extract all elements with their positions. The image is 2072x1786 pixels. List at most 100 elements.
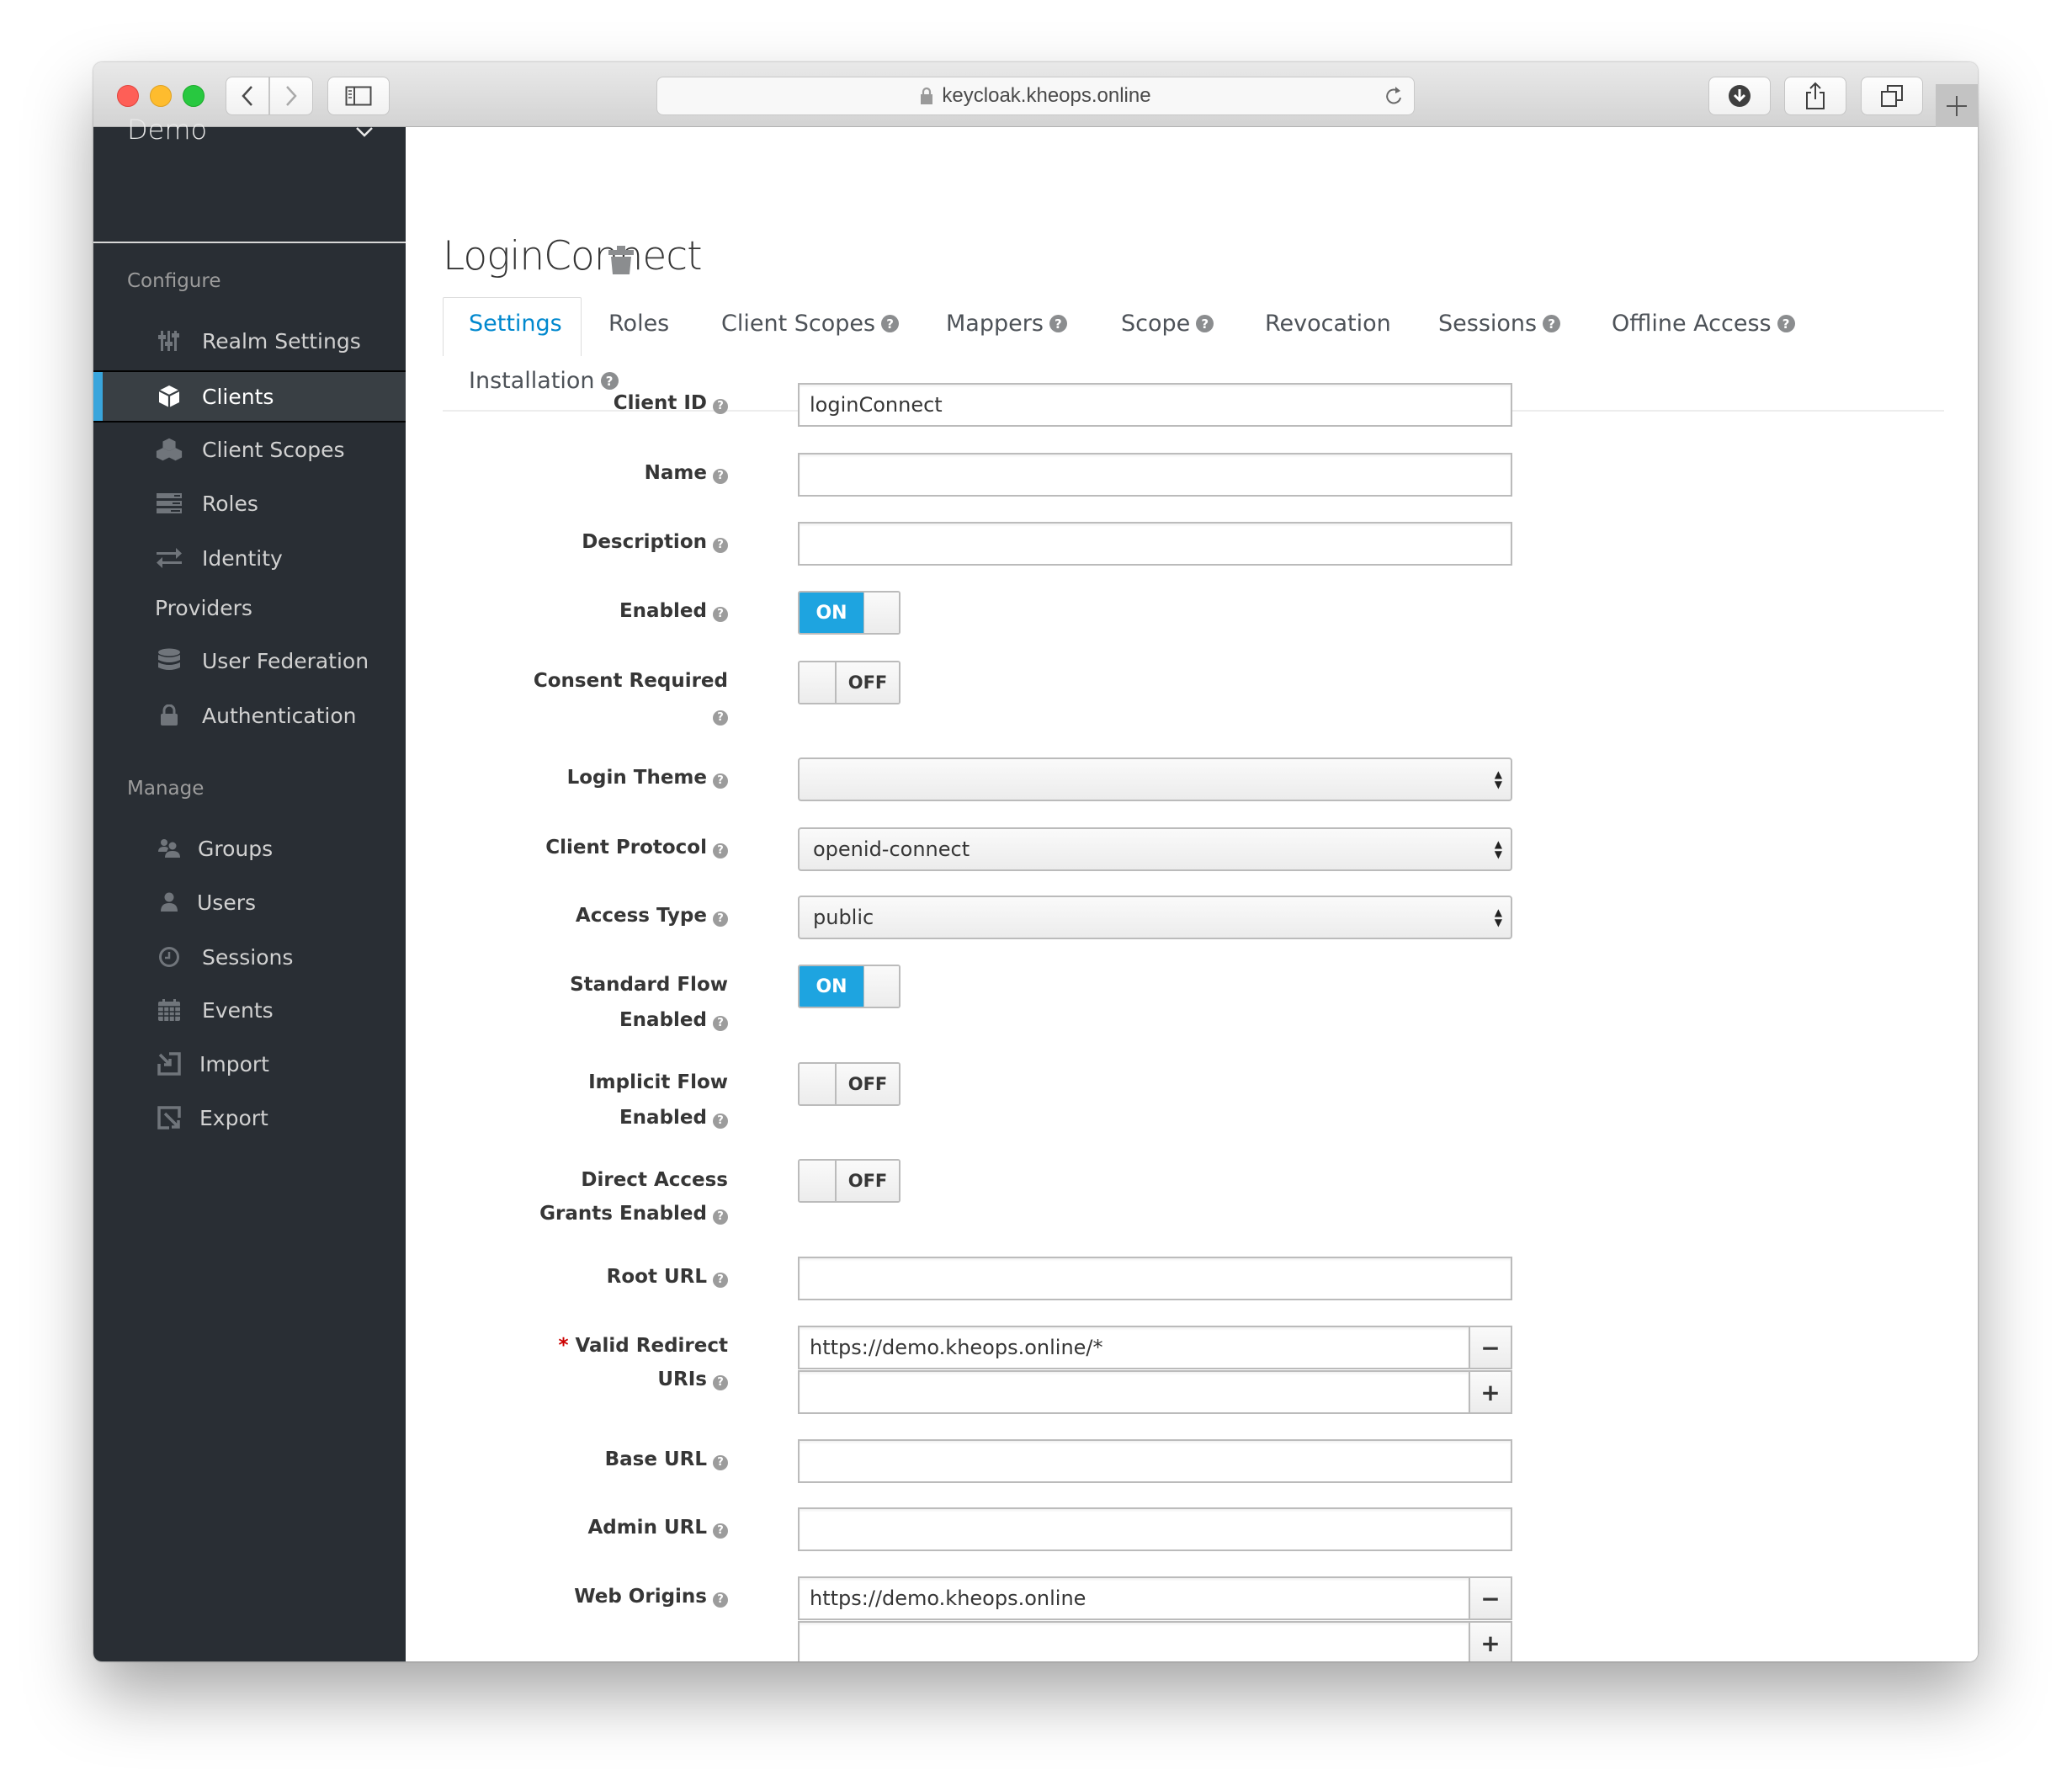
downloads-button[interactable] xyxy=(1708,77,1771,115)
tab-settings[interactable]: Settings xyxy=(469,311,562,337)
add-web-origin-button[interactable]: + xyxy=(1469,1621,1512,1661)
new-tab-button[interactable] xyxy=(1936,84,1978,127)
add-redirect-uri-button[interactable]: + xyxy=(1469,1370,1512,1414)
consent-required-help: ? xyxy=(707,698,728,731)
sidebar-item-export[interactable]: Export xyxy=(93,1093,406,1142)
sidebar-item-label: Users xyxy=(197,890,257,915)
help-icon[interactable]: ? xyxy=(713,1592,728,1608)
help-icon[interactable]: ? xyxy=(713,399,728,414)
help-icon[interactable]: ? xyxy=(713,710,728,726)
help-icon[interactable]: ? xyxy=(881,315,900,332)
tab-revocation[interactable]: Revocation xyxy=(1265,311,1391,337)
help-icon[interactable]: ? xyxy=(1543,315,1561,332)
sidebar-item-events[interactable]: Events xyxy=(93,986,406,1034)
realm-selector[interactable]: Demo xyxy=(127,114,207,146)
help-icon[interactable]: ? xyxy=(713,773,728,789)
help-icon[interactable]: ? xyxy=(713,1114,728,1129)
close-window-button[interactable] xyxy=(117,85,139,107)
reload-icon[interactable] xyxy=(1384,84,1404,108)
description-input[interactable] xyxy=(798,522,1512,566)
help-icon[interactable]: ? xyxy=(1777,315,1795,332)
zoom-window-button[interactable] xyxy=(183,85,205,107)
help-icon[interactable]: ? xyxy=(713,1455,728,1470)
forward-button[interactable] xyxy=(269,77,313,115)
tabs-overview-button[interactable] xyxy=(1861,77,1923,115)
chevron-down-icon[interactable] xyxy=(354,125,375,139)
help-icon[interactable]: ? xyxy=(713,1523,728,1539)
help-icon[interactable]: ? xyxy=(1196,315,1214,332)
sidebar-item-authentication[interactable]: Authentication xyxy=(93,691,406,740)
tab-sessions[interactable]: Sessions? xyxy=(1438,311,1561,337)
client-protocol-select[interactable]: openid-connect ▲ ▼ xyxy=(798,827,1512,871)
help-icon[interactable]: ? xyxy=(713,607,728,622)
sidebar-item-label: Export xyxy=(199,1105,268,1130)
standard-flow-label: Standard Flow xyxy=(570,974,728,996)
client-protocol-label: Client Protocol? xyxy=(545,831,728,864)
back-button[interactable] xyxy=(226,77,269,115)
direct-access-toggle[interactable]: OFF xyxy=(798,1159,901,1203)
help-icon[interactable]: ? xyxy=(713,469,728,484)
sidebar-item-identity-providers-cont[interactable]: Providers xyxy=(93,583,406,632)
root-url-input[interactable] xyxy=(798,1257,1512,1300)
address-bar[interactable]: keycloak.kheops.online xyxy=(656,77,1415,115)
sidebar-item-clients[interactable]: Clients xyxy=(93,370,406,423)
consent-required-toggle[interactable]: OFF xyxy=(798,661,901,704)
remove-web-origin-button[interactable]: − xyxy=(1469,1576,1512,1620)
description-label: Description? xyxy=(582,525,728,559)
base-url-input[interactable] xyxy=(798,1439,1512,1483)
share-button[interactable] xyxy=(1784,77,1846,115)
admin-url-input[interactable] xyxy=(798,1507,1512,1551)
login-theme-select[interactable]: ▲ ▼ xyxy=(798,757,1512,801)
login-theme-label: Login Theme? xyxy=(567,761,728,795)
sidebar-item-sessions[interactable]: Sessions xyxy=(93,933,406,981)
help-icon[interactable]: ? xyxy=(713,843,728,858)
minimize-window-button[interactable] xyxy=(150,85,172,107)
web-origin-row: + xyxy=(798,1621,1512,1661)
help-icon[interactable]: ? xyxy=(713,1375,728,1390)
sidebar-toggle-button[interactable] xyxy=(327,77,390,115)
new-redirect-uri-input[interactable] xyxy=(798,1370,1470,1414)
tab-offline-access[interactable]: Offline Access? xyxy=(1612,311,1795,337)
tab-installation[interactable]: Installation? xyxy=(469,368,619,394)
back-icon xyxy=(242,86,252,106)
toggle-knob xyxy=(800,1064,837,1104)
tab-client-scopes[interactable]: Client Scopes? xyxy=(721,311,900,337)
sidebar-item-realm-settings[interactable]: Realm Settings xyxy=(93,316,406,365)
tab-label: Revocation xyxy=(1265,311,1391,337)
toggle-state: OFF xyxy=(837,662,899,703)
help-icon[interactable]: ? xyxy=(1049,315,1067,332)
help-icon[interactable]: ? xyxy=(713,538,728,553)
client-id-input[interactable]: loginConnect xyxy=(798,383,1512,427)
toggle-knob xyxy=(863,966,899,1007)
access-type-select[interactable]: public ▲ ▼ xyxy=(798,896,1512,939)
name-input[interactable] xyxy=(798,453,1512,497)
sidebar-item-client-scopes[interactable]: Client Scopes xyxy=(93,425,406,474)
sidebar-item-roles[interactable]: Roles xyxy=(93,479,406,528)
select-arrows-icon: ▲ ▼ xyxy=(1494,838,1502,860)
valid-redirect-uri-input[interactable]: https://demo.kheops.online/* xyxy=(798,1326,1470,1369)
help-icon[interactable]: ? xyxy=(713,1016,728,1031)
sidebar-item-users[interactable]: Users xyxy=(93,878,406,927)
help-icon[interactable]: ? xyxy=(713,1273,728,1288)
sidebar-item-label: User Federation xyxy=(202,648,369,673)
delete-client-icon[interactable] xyxy=(608,245,635,275)
new-web-origin-input[interactable] xyxy=(798,1621,1470,1661)
web-origin-row: https://demo.kheops.online − xyxy=(798,1576,1512,1620)
remove-redirect-uri-button[interactable]: − xyxy=(1469,1326,1512,1369)
active-indicator xyxy=(93,372,103,421)
help-icon[interactable]: ? xyxy=(713,912,728,927)
sidebar-item-import[interactable]: Import xyxy=(93,1039,406,1088)
sidebar-item-groups[interactable]: Groups xyxy=(93,824,406,873)
web-origin-input[interactable]: https://demo.kheops.online xyxy=(798,1576,1470,1620)
standard-flow-toggle[interactable]: ON xyxy=(798,965,901,1008)
tab-roles[interactable]: Roles xyxy=(608,311,669,337)
valid-redirect-uris-label: * Valid Redirect xyxy=(558,1335,728,1357)
help-icon[interactable]: ? xyxy=(713,1209,728,1225)
forward-icon xyxy=(286,86,297,106)
sidebar-item-user-federation[interactable]: User Federation xyxy=(93,636,406,685)
implicit-flow-toggle[interactable]: OFF xyxy=(798,1062,901,1106)
sidebar-item-identity-providers[interactable]: Identity xyxy=(93,534,406,582)
tab-mappers[interactable]: Mappers? xyxy=(946,311,1067,337)
tab-scope[interactable]: Scope? xyxy=(1121,311,1214,337)
enabled-toggle[interactable]: ON xyxy=(798,591,901,635)
